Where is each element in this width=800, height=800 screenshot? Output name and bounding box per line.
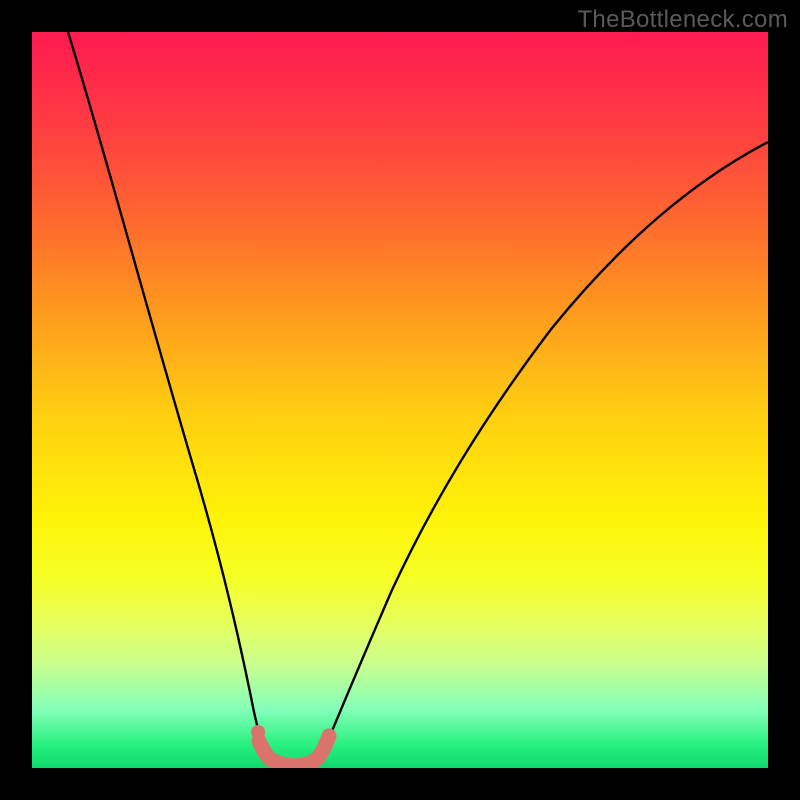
bottleneck-curve bbox=[32, 32, 768, 768]
curve-right bbox=[322, 142, 768, 754]
chart-frame: TheBottleneck.com bbox=[0, 0, 800, 800]
highlight-band bbox=[259, 736, 329, 766]
curve-left bbox=[68, 32, 266, 758]
watermark-text: TheBottleneck.com bbox=[577, 6, 788, 34]
highlight-start-dot bbox=[251, 725, 265, 739]
plot-area bbox=[32, 32, 768, 768]
